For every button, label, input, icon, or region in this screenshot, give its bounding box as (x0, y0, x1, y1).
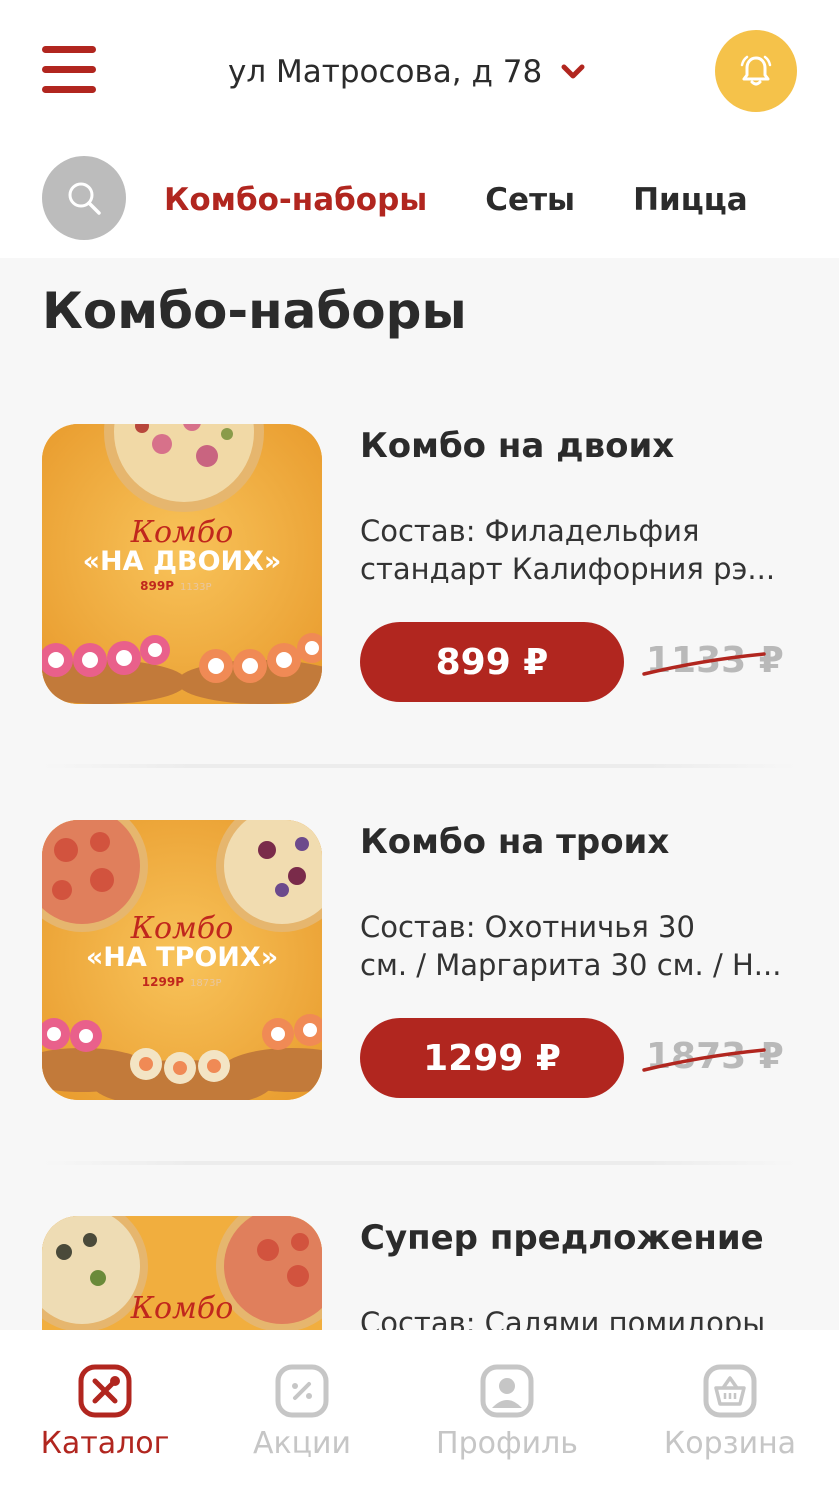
divider (42, 1161, 797, 1165)
profile-icon (480, 1364, 534, 1418)
nav-profile[interactable]: Профиль (432, 1364, 582, 1461)
add-to-cart-button[interactable]: 899 ₽ (360, 622, 624, 702)
image-old-price: 1133Р (180, 582, 211, 593)
nav-label: Акции (252, 1426, 352, 1461)
product-card[interactable]: Комбо «НА ДВОИХ» 899Р 1133Р Комбо на дво… (42, 424, 802, 704)
basket-icon (703, 1364, 757, 1418)
product-description: Состав: Филадельфия стандарт Калифорния … (360, 514, 776, 586)
tab-pizza[interactable]: Пицца (633, 172, 748, 228)
product-card[interactable]: Комбо «НА ТРОИХ» 1299Р 1873Р Комбо на тр… (42, 820, 802, 1100)
add-to-cart-button[interactable]: 1299 ₽ (360, 1018, 624, 1098)
search-icon (68, 182, 101, 215)
image-price: 899Р (140, 579, 174, 593)
bottom-navigation: Каталог Акции Профиль Корзина (0, 1330, 839, 1492)
page-title: Комбо-наборы (42, 282, 467, 340)
image-title: «НА ТРОИХ» (86, 942, 278, 973)
tab-sets[interactable]: Сеты (485, 172, 575, 228)
category-tabs: Комбо-наборыСетыПиццаРо (164, 172, 798, 228)
product-name[interactable]: Комбо на троих (360, 822, 669, 862)
chevron-down-icon (561, 64, 585, 79)
nav-label: Профиль (436, 1426, 578, 1461)
bell-icon (740, 55, 772, 86)
menu-icon[interactable] (42, 46, 96, 94)
discount-icon (275, 1364, 329, 1418)
image-script: Комбо (130, 515, 234, 550)
search-button[interactable] (42, 156, 126, 240)
old-price: 1133 ₽ (642, 640, 784, 681)
catalog-icon (78, 1364, 132, 1418)
product-description: Состав: Охотничья 30 см. / Маргарита 30 … (360, 910, 782, 982)
address-selector[interactable]: ул Матросова, д 78 (228, 50, 586, 94)
product-image[interactable]: Комбо «НА ТРОИХ» 1299Р 1873Р (42, 820, 322, 1100)
image-script: Комбо (130, 1291, 234, 1326)
tab-combo[interactable]: Комбо-наборы (164, 172, 427, 228)
image-script: Комбо (130, 911, 234, 946)
nav-label: Каталог (40, 1426, 170, 1461)
nav-catalog[interactable]: Каталог (40, 1364, 170, 1461)
product-name[interactable]: Супер предложение (360, 1218, 764, 1258)
nav-label: Корзина (663, 1426, 797, 1461)
product-name[interactable]: Комбо на двоих (360, 426, 674, 466)
old-price: 1873 ₽ (642, 1036, 784, 1077)
nav-cart[interactable]: Корзина (660, 1364, 800, 1461)
image-old-price: 1873Р (190, 978, 221, 989)
nav-promotions[interactable]: Акции (247, 1364, 357, 1461)
image-title: «НА ДВОИХ» (83, 546, 282, 577)
app-header: ул Матросова, д 78 Комбо-наборы Сеты Пицца… (0, 0, 839, 258)
divider (42, 764, 797, 768)
image-price: 1299Р (142, 975, 184, 989)
address-text: ул Матросова, д 78 (228, 54, 543, 90)
product-image[interactable]: Комбо «НА ДВОИХ» 899Р 1133Р (42, 424, 322, 704)
notifications-button[interactable] (715, 30, 797, 112)
